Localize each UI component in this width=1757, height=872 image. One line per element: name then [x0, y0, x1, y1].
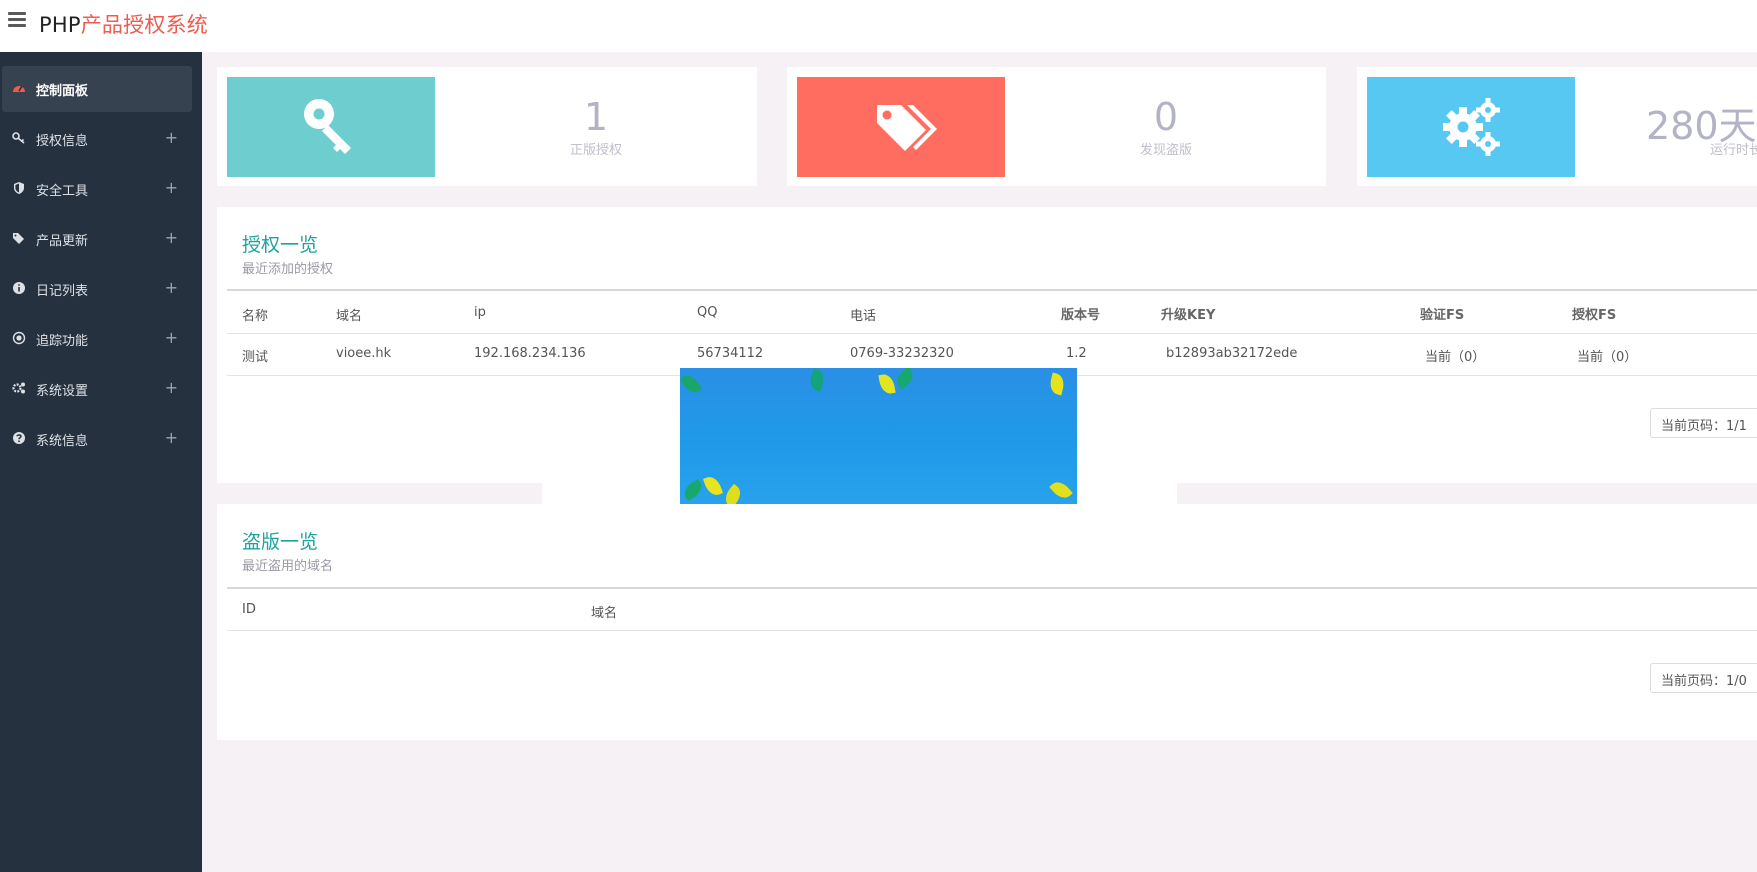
sidebar-item-label: 系统信息 [36, 434, 89, 449]
stat-label: 运行时长 [1710, 143, 1757, 158]
tags-icon [13, 233, 24, 244]
banner-backdrop [542, 376, 680, 504]
brand-title[interactable]: PHP产品授权系统 [39, 9, 208, 39]
pagination-indicator[interactable]: 当前页码：1/0 [1650, 663, 1757, 693]
cell-qq: 56734112 [697, 346, 764, 361]
expand-icon[interactable]: + [165, 378, 178, 397]
divider [227, 630, 1757, 631]
sidebar-item-label: 安全工具 [36, 184, 89, 199]
stat-icon-box [227, 77, 435, 177]
sidebar-item-label: 追踪功能 [36, 334, 89, 349]
sidebar-item-security-tools[interactable]: 安全工具 + [2, 166, 192, 212]
expand-icon[interactable]: + [165, 428, 178, 447]
divider [227, 289, 1757, 291]
sidebar-item-label: 日记列表 [36, 284, 89, 299]
stat-piracy: 0 发现盗版 [797, 77, 1317, 177]
sidebar-item-label: 授权信息 [36, 134, 89, 149]
sidebar-item-label: 产品更新 [36, 234, 89, 249]
cell-upgrade-key: b12893ab32172ede [1166, 346, 1298, 361]
section-title: 授权一览 [242, 234, 319, 256]
expand-icon[interactable]: + [165, 128, 178, 147]
sidebar: 控制面板 授权信息 + 安全工具 + 产品更新 + 日记列表 + 追踪功能 + … [0, 52, 202, 872]
tags-icon [877, 105, 937, 151]
section-subtitle: 最近添加的授权 [242, 262, 334, 277]
target-icon [12, 331, 26, 345]
sidebar-item-license-info[interactable]: 授权信息 + [2, 116, 192, 162]
expand-icon[interactable]: + [165, 228, 178, 247]
top-bar: PHP产品授权系统 [0, 0, 1757, 52]
cell-domain: vioee.hk [336, 346, 392, 361]
stat-icon-box [1367, 77, 1575, 177]
sidebar-item-tracking[interactable]: 追踪功能 + [2, 316, 192, 362]
cell-version: 1.2 [1066, 346, 1087, 361]
stat-label: 发现盗版 [1139, 143, 1192, 158]
cell-verify-fs: 当前（0） [1425, 350, 1486, 365]
column-header-ip: ip [474, 305, 486, 320]
dashboard-icon [13, 85, 25, 92]
column-header-verify-fs: 验证FS [1420, 308, 1465, 323]
column-header-id: ID [242, 602, 256, 617]
piracy-overview-panel [217, 504, 1757, 740]
question-icon [13, 432, 25, 444]
expand-icon[interactable]: + [165, 178, 178, 197]
shield-icon [14, 182, 24, 194]
column-header-phone: 电话 [850, 309, 877, 324]
section-subtitle: 最近盗用的域名 [242, 559, 334, 574]
stat-icon-box [797, 77, 1005, 177]
divider [227, 333, 1757, 334]
cell-auth-fs: 当前（0） [1577, 350, 1638, 365]
sidebar-item-product-update[interactable]: 产品更新 + [2, 216, 192, 262]
column-header-qq: QQ [697, 305, 718, 320]
brand-prefix: PHP [39, 13, 81, 37]
stat-value: 1 [583, 95, 609, 139]
divider [227, 587, 1757, 589]
sidebar-item-label: 控制面板 [36, 84, 89, 99]
overlay-banner-image[interactable] [680, 368, 1077, 504]
sidebar-item-system-info[interactable]: 系统信息 + [2, 416, 192, 462]
column-header-domain: 域名 [591, 606, 618, 621]
banner-backdrop [1077, 376, 1177, 504]
gears-icon [1443, 98, 1500, 156]
expand-icon[interactable]: + [165, 328, 178, 347]
sidebar-item-system-settings[interactable]: 系统设置 + [2, 366, 192, 412]
menu-toggle-icon[interactable] [8, 12, 26, 30]
section-title: 盗版一览 [242, 531, 319, 553]
stat-label: 正版授权 [569, 143, 622, 158]
expand-icon[interactable]: + [165, 278, 178, 297]
sidebar-item-label: 系统设置 [36, 384, 89, 399]
column-header-domain: 域名 [336, 309, 363, 324]
cell-name: 测试 [242, 350, 269, 365]
key-icon [12, 132, 25, 144]
sidebar-item-log-list[interactable]: 日记列表 + [2, 266, 192, 312]
column-header-auth-fs: 授权FS [1572, 308, 1617, 323]
stat-licenses: 1 正版授权 [227, 77, 747, 177]
key-icon [304, 99, 351, 154]
sidebar-item-dashboard[interactable]: 控制面板 [2, 66, 192, 112]
pagination-indicator[interactable]: 当前页码：1/1 [1650, 408, 1757, 438]
brand-suffix: 产品授权系统 [80, 13, 208, 37]
column-header-version: 版本号 [1061, 308, 1101, 323]
cell-ip: 192.168.234.136 [474, 346, 586, 361]
gears-icon [12, 382, 25, 394]
cell-phone: 0769-33232320 [850, 346, 954, 361]
info-icon [13, 282, 25, 294]
column-header-upgrade-key: 升级KEY [1161, 308, 1216, 323]
column-header-name: 名称 [242, 309, 269, 324]
stat-uptime: 280天 运行时长 [1367, 77, 1757, 177]
stat-value: 0 [1153, 95, 1179, 139]
